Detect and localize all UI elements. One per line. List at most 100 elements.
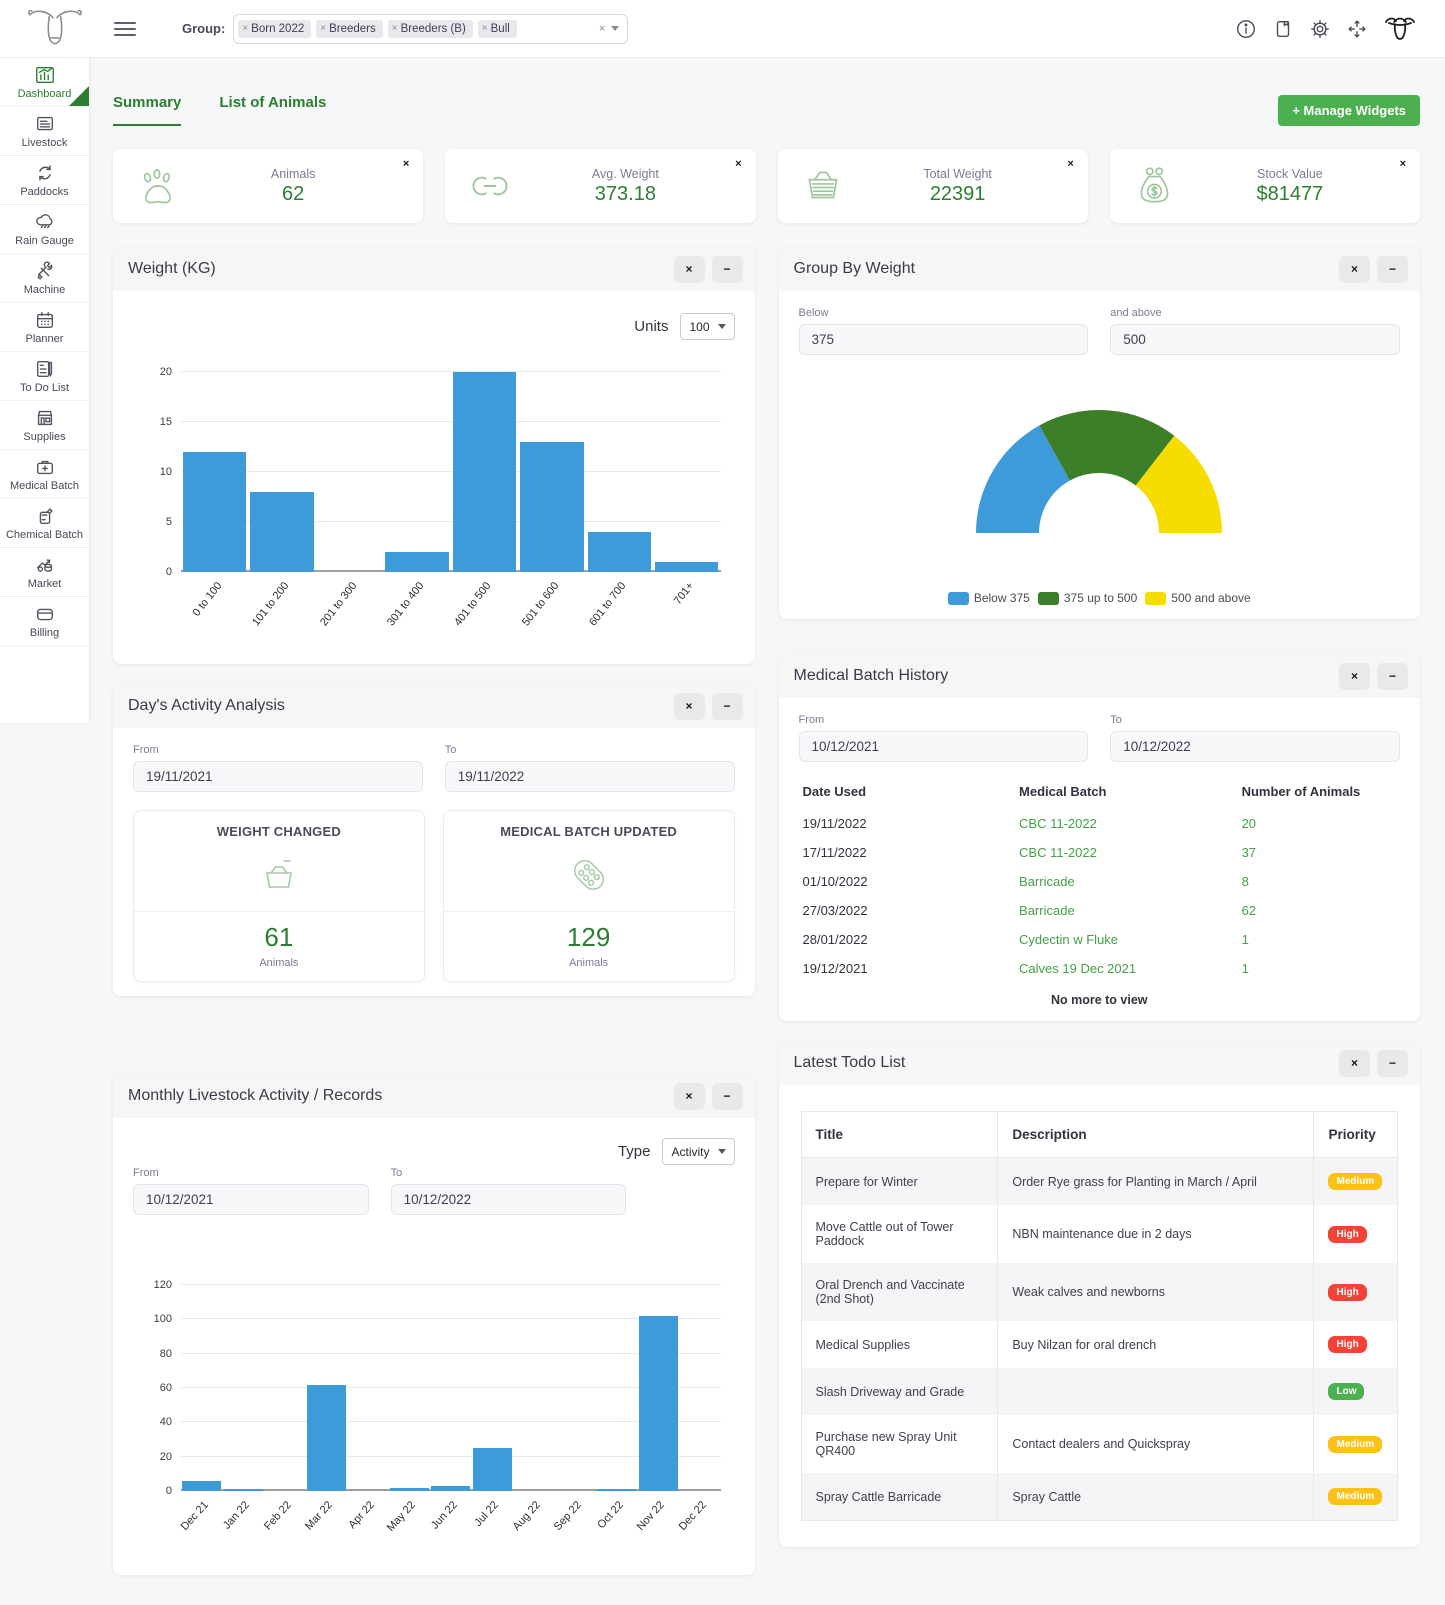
- widget-header: Medical Batch History × −: [779, 654, 1421, 698]
- close-icon[interactable]: ×: [674, 693, 705, 720]
- x-axis-label: 501 to 600: [484, 580, 561, 664]
- chevron-down-icon[interactable]: [611, 26, 619, 31]
- medical-batch-link[interactable]: Barricade: [1019, 874, 1075, 889]
- sidebar-item-planner[interactable]: Planner: [0, 303, 89, 352]
- to-label: To: [1110, 714, 1400, 726]
- clear-icon[interactable]: ×: [599, 23, 605, 35]
- group-by-weight-gauge: [974, 407, 1224, 535]
- units-select[interactable]: 100: [680, 313, 734, 340]
- group-tag[interactable]: ×Bull: [478, 20, 517, 38]
- sidebar-item-rain-gauge[interactable]: Rain Gauge: [0, 205, 89, 254]
- close-icon[interactable]: ×: [674, 256, 705, 283]
- minimize-icon[interactable]: −: [712, 256, 743, 283]
- sidebar-item-chemical-batch[interactable]: Chemical Batch: [0, 499, 89, 548]
- x-axis-label: 401 to 500: [417, 580, 494, 664]
- legend-label: 375 up to 500: [1064, 591, 1137, 605]
- minimize-icon[interactable]: −: [1377, 256, 1408, 283]
- machine-tools-icon: [34, 260, 56, 282]
- close-icon[interactable]: ×: [674, 1083, 705, 1110]
- group-tag[interactable]: ×Born 2022: [238, 20, 311, 38]
- close-icon[interactable]: ×: [1339, 663, 1370, 690]
- tab-list-of-animals[interactable]: List of Animals: [219, 94, 326, 126]
- number-of-animals-cell: 62: [1238, 896, 1400, 925]
- from-date-input[interactable]: [133, 761, 423, 792]
- move-icon[interactable]: [1346, 18, 1368, 40]
- sidebar-item-machine[interactable]: Machine: [0, 254, 89, 303]
- sidebar-item-market[interactable]: Market: [0, 548, 89, 597]
- to-date-input[interactable]: [391, 1184, 627, 1215]
- medical-batch-link[interactable]: Barricade: [1019, 903, 1075, 918]
- tab-summary[interactable]: Summary: [113, 94, 181, 126]
- card-unit: Animals: [444, 957, 734, 969]
- manage-widgets-button[interactable]: + Manage Widgets: [1278, 95, 1420, 126]
- to-date-input[interactable]: [1110, 731, 1400, 762]
- medical-batch-link[interactable]: Calves 19 Dec 2021: [1019, 961, 1136, 976]
- medical-batch-updated-card: MEDICAL BATCH UPDATED 129 Animals: [443, 810, 735, 982]
- from-date-input[interactable]: [799, 731, 1089, 762]
- bar: [655, 562, 718, 572]
- widget-latest-todo-list: Latest Todo List × − Title Description P…: [779, 1041, 1421, 1547]
- below-label: Below: [799, 307, 1089, 319]
- widget-header: Day's Activity Analysis × −: [113, 684, 755, 728]
- sidebar-item-paddocks[interactable]: Paddocks: [0, 156, 89, 205]
- sidebar: Dashboard Livestock Paddocks Rain Gauge …: [0, 58, 90, 723]
- bar: [307, 1385, 346, 1491]
- from-date-input[interactable]: [133, 1184, 369, 1215]
- sidebar-item-to-do-list[interactable]: To Do List: [0, 352, 89, 401]
- close-icon[interactable]: ×: [1067, 158, 1073, 170]
- minimize-icon[interactable]: −: [712, 1083, 743, 1110]
- widget-header: Monthly Livestock Activity / Records × −: [113, 1074, 755, 1118]
- settings-icon[interactable]: [1309, 18, 1331, 40]
- card-value: 129: [444, 922, 734, 953]
- type-select[interactable]: Activity: [662, 1138, 734, 1165]
- medical-batch-link[interactable]: Cydectin w Fluke: [1019, 932, 1118, 947]
- sidebar-item-medical-batch[interactable]: Medical Batch: [0, 450, 89, 499]
- widget-header: Group By Weight × −: [779, 247, 1421, 291]
- sidebar-item-label: To Do List: [20, 382, 69, 394]
- minimize-icon[interactable]: −: [1377, 1050, 1408, 1077]
- info-icon[interactable]: [1235, 18, 1257, 40]
- notebook-icon[interactable]: [1272, 18, 1294, 40]
- remove-tag-icon[interactable]: ×: [242, 23, 248, 34]
- minimize-icon[interactable]: −: [1377, 663, 1408, 690]
- x-axis-label: 0 to 100: [147, 580, 224, 664]
- todo-priority-cell: High: [1314, 1321, 1398, 1368]
- medical-batch-table-body: 19/11/2022CBC 11-20222017/11/2022CBC 11-…: [799, 809, 1401, 983]
- todo-title-cell: Move Cattle out of Tower Paddock: [801, 1205, 998, 1263]
- to-date-input[interactable]: [445, 761, 735, 792]
- medical-batch-link[interactable]: CBC 11-2022: [1019, 816, 1097, 831]
- widget-title: Medical Batch History: [794, 667, 949, 685]
- remove-tag-icon[interactable]: ×: [392, 23, 398, 34]
- sidebar-item-supplies[interactable]: Supplies: [0, 401, 89, 450]
- legend-item: 375 up to 500: [1038, 591, 1137, 605]
- cowboy-avatar-icon[interactable]: [1383, 12, 1417, 46]
- medical-batch-link[interactable]: CBC 11-2022: [1019, 845, 1097, 860]
- group-tag[interactable]: ×Breeders: [316, 20, 383, 38]
- widget-header: Latest Todo List × −: [779, 1041, 1421, 1085]
- close-icon[interactable]: ×: [1339, 1050, 1370, 1077]
- above-weight-input[interactable]: [1110, 324, 1400, 355]
- card-title: MEDICAL BATCH UPDATED: [444, 811, 734, 839]
- stat-card-stock-value: Stock Value $81477 ×: [1110, 149, 1420, 223]
- column-header: Medical Batch: [1015, 778, 1238, 809]
- todo-description-cell: Order Rye grass for Planting in March / …: [998, 1158, 1314, 1206]
- minimize-icon[interactable]: −: [712, 693, 743, 720]
- table-row: Prepare for WinterOrder Rye grass for Pl…: [801, 1158, 1398, 1206]
- remove-tag-icon[interactable]: ×: [482, 23, 488, 34]
- close-icon[interactable]: ×: [403, 158, 409, 170]
- number-of-animals-cell: 8: [1238, 867, 1400, 896]
- column-header: Date Used: [799, 778, 1016, 809]
- sidebar-item-billing[interactable]: Billing: [0, 597, 89, 646]
- group-multiselect[interactable]: ×Born 2022 ×Breeders ×Breeders (B) ×Bull ×: [233, 14, 628, 44]
- sidebar-item-livestock[interactable]: Livestock: [0, 107, 89, 156]
- close-icon[interactable]: ×: [1400, 158, 1406, 170]
- group-tag[interactable]: ×Breeders (B): [388, 20, 473, 38]
- below-weight-input[interactable]: [799, 324, 1089, 355]
- sidebar-item-dashboard[interactable]: Dashboard: [0, 58, 89, 107]
- close-icon[interactable]: ×: [735, 158, 741, 170]
- medical-batch-cell: Calves 19 Dec 2021: [1015, 954, 1238, 983]
- table-row: Oral Drench and Vaccinate (2nd Shot)Weak…: [801, 1263, 1398, 1321]
- menu-icon[interactable]: [114, 18, 136, 40]
- remove-tag-icon[interactable]: ×: [320, 23, 326, 34]
- close-icon[interactable]: ×: [1339, 256, 1370, 283]
